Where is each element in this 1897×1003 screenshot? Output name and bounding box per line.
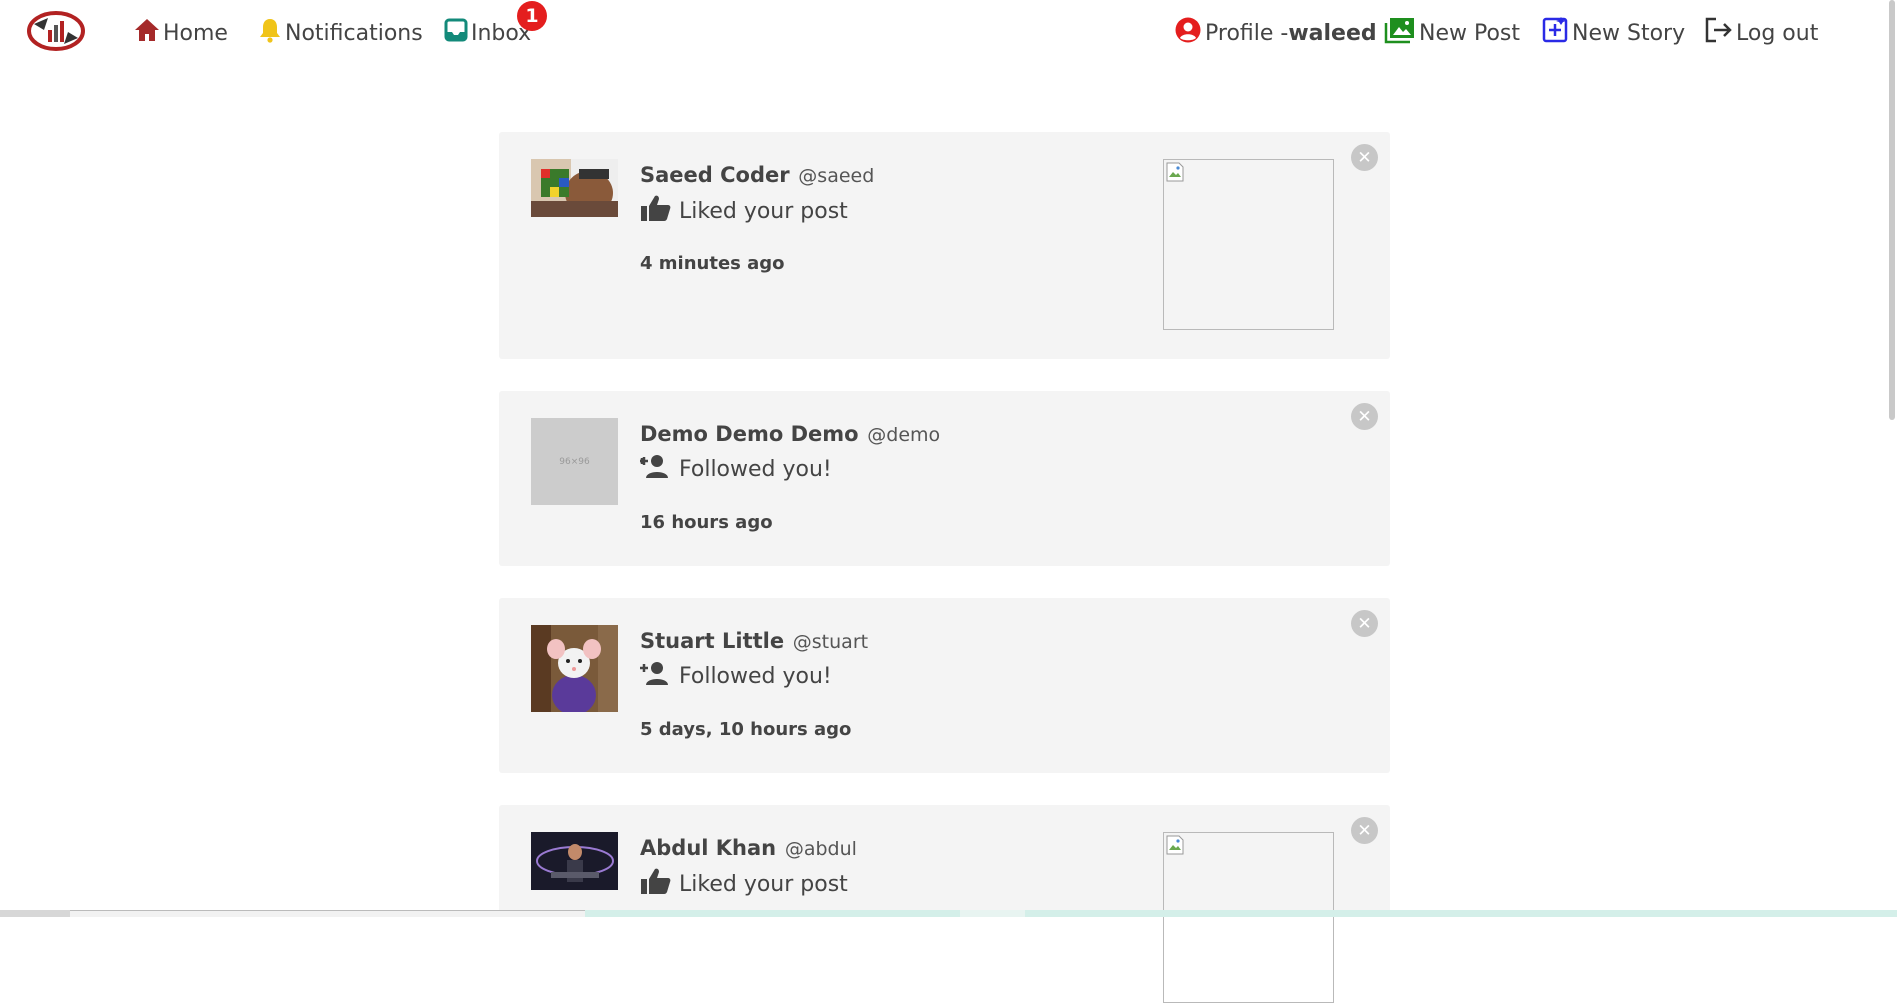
notification-action: Liked your post <box>640 194 848 228</box>
notification-user-name[interactable]: Saeed Coder <box>640 163 790 187</box>
dismiss-notification-button[interactable]: ✕ <box>1351 817 1378 844</box>
notification-user-handle: @stuart <box>792 631 869 653</box>
bottom-strip-segment <box>70 910 585 917</box>
notification-time: 4 minutes ago <box>640 253 785 274</box>
notification-card[interactable]: Stuart Little @stuart Followed you! 5 da… <box>499 598 1390 773</box>
page-scrollbar-thumb[interactable] <box>1889 0 1895 420</box>
avatar[interactable] <box>531 159 618 217</box>
avatar[interactable]: 96×96 <box>531 418 618 505</box>
notification-time: 16 hours ago <box>640 512 773 533</box>
notification-user-handle: @demo <box>867 424 941 446</box>
nav-new-post-link[interactable]: New Post <box>1384 18 1520 48</box>
dismiss-notification-button[interactable]: ✕ <box>1351 610 1378 637</box>
broken-image-icon <box>1166 162 1184 186</box>
nav-profile-link[interactable]: Profile - waleed <box>1174 16 1377 50</box>
notification-action-text: Followed you! <box>679 456 832 482</box>
notification-action-text: Liked your post <box>679 871 848 897</box>
notification-action-text: Followed you! <box>679 663 832 689</box>
close-icon: ✕ <box>1357 613 1372 634</box>
bottom-strip-segment <box>0 910 70 917</box>
thumbs-up-icon <box>640 194 679 228</box>
notification-user-name[interactable]: Abdul Khan <box>640 836 776 860</box>
notification-action: Liked your post <box>640 867 848 901</box>
logout-icon <box>1703 16 1736 50</box>
add-story-icon <box>1541 16 1572 50</box>
notification-card[interactable]: Abdul Khan @abdul Liked your post ✕ <box>499 805 1390 1003</box>
inbox-count-badge: 1 <box>517 1 547 31</box>
notification-action: Followed you! <box>640 660 832 692</box>
notification-action: Followed you! <box>639 453 832 485</box>
nav-home-link[interactable]: Home <box>134 18 228 48</box>
notification-user: Abdul Khan @abdul <box>640 836 857 860</box>
nav-new-story-label: New Story <box>1572 20 1686 46</box>
close-icon: ✕ <box>1357 147 1372 168</box>
image-icon <box>1384 16 1419 50</box>
post-thumbnail[interactable] <box>1163 832 1334 1003</box>
notification-user-name[interactable]: Demo Demo Demo <box>640 422 859 446</box>
close-icon: ✕ <box>1357 820 1372 841</box>
notification-user-handle: @saeed <box>798 165 875 187</box>
nav-logout-label: Log out <box>1736 20 1819 46</box>
nav-profile-prefix: Profile - <box>1205 20 1289 46</box>
bottom-strip-segment <box>960 910 1025 917</box>
inbox-icon <box>444 18 471 48</box>
notification-card[interactable]: 96×96 Demo Demo Demo @demo Followed you!… <box>499 391 1390 566</box>
nav-notifications-link[interactable]: Notifications <box>258 18 423 48</box>
notification-card[interactable]: Saeed Coder @saeed Liked your post 4 min… <box>499 132 1390 359</box>
top-navbar: Home Notifications Inbox 1 Profile - wal… <box>0 0 1897 66</box>
post-thumbnail[interactable] <box>1163 159 1334 330</box>
broken-image-icon <box>1166 835 1184 859</box>
user-circle-icon <box>1174 16 1205 50</box>
close-icon: ✕ <box>1357 406 1372 427</box>
notification-user: Demo Demo Demo @demo <box>640 422 940 446</box>
avatar[interactable] <box>531 832 618 890</box>
notification-user: Saeed Coder @saeed <box>640 163 874 187</box>
notification-user: Stuart Little @stuart <box>640 629 868 653</box>
nav-home-label: Home <box>163 20 228 46</box>
user-plus-icon <box>640 660 679 692</box>
nav-new-story-link[interactable]: New Story <box>1541 16 1686 50</box>
nav-notifications-label: Notifications <box>285 20 423 46</box>
notification-action-text: Liked your post <box>679 198 848 224</box>
nav-new-post-label: New Post <box>1419 20 1521 46</box>
notification-user-name[interactable]: Stuart Little <box>640 629 784 653</box>
nav-logout-link[interactable]: Log out <box>1703 16 1819 50</box>
avatar-placeholder-text: 96×96 <box>559 456 590 467</box>
dismiss-notification-button[interactable]: ✕ <box>1351 403 1378 430</box>
dismiss-notification-button[interactable]: ✕ <box>1351 144 1378 171</box>
home-icon <box>134 18 163 48</box>
thumbs-up-icon <box>640 867 679 901</box>
notification-user-handle: @abdul <box>784 838 857 860</box>
bell-icon <box>258 17 285 49</box>
site-logo[interactable] <box>26 10 86 52</box>
notification-time: 5 days, 10 hours ago <box>640 719 852 740</box>
avatar[interactable] <box>531 625 618 712</box>
user-plus-icon <box>639 453 679 485</box>
nav-profile-username: waleed <box>1288 20 1377 46</box>
